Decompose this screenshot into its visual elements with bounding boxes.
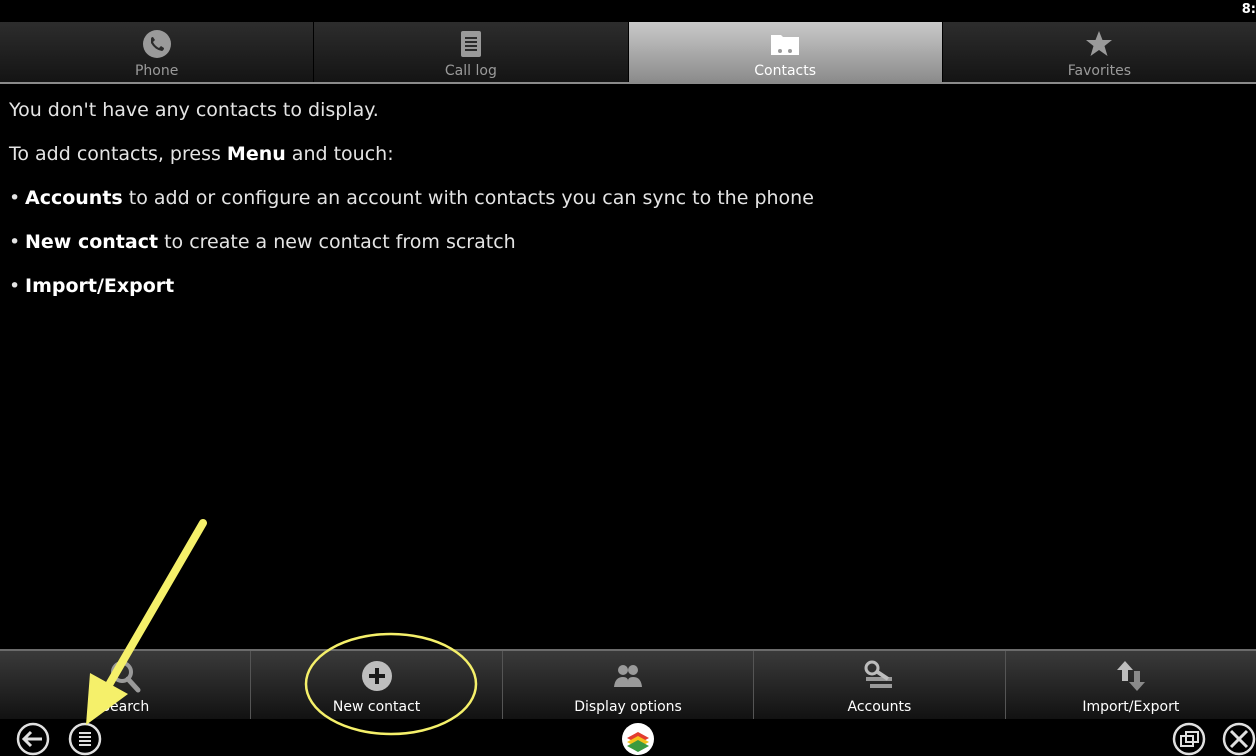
status-bar: 8: bbox=[0, 0, 1256, 22]
tab-phone[interactable]: Phone bbox=[0, 22, 315, 82]
bullet-import-export: • Import/Export bbox=[9, 275, 175, 297]
tab-favorites-label: Favorites bbox=[1067, 63, 1131, 79]
people-icon bbox=[614, 665, 643, 687]
empty-message: You don't have any contacts to display. bbox=[9, 99, 379, 121]
menu-import-export-label: Import/Export bbox=[1082, 699, 1180, 715]
instruction-line: To add contacts, press Menu and touch: bbox=[9, 143, 394, 165]
star-icon bbox=[1086, 31, 1113, 56]
bullet-new-contact-bold: New contact bbox=[25, 231, 159, 253]
instruction-suffix: and touch: bbox=[285, 143, 394, 165]
bullet-accounts-text: to add or configure an account with cont… bbox=[122, 187, 814, 209]
options-menu: Search New contact Display options Accou… bbox=[0, 649, 1256, 719]
add-circle-icon bbox=[361, 661, 392, 691]
tab-bar: Phone Call log Contacts Favorites bbox=[0, 22, 1256, 84]
status-clock: 8: bbox=[1241, 2, 1256, 17]
search-icon bbox=[111, 661, 141, 693]
tab-call-log-label: Call log bbox=[444, 63, 497, 79]
bullet-accounts: • Accounts to add or configure an account… bbox=[9, 187, 814, 209]
tab-phone-label: Phone bbox=[134, 63, 179, 79]
menu-new-contact-label: New contact bbox=[332, 699, 421, 715]
menu-accounts-label: Accounts bbox=[847, 699, 912, 715]
bullet-accounts-bold: Accounts bbox=[25, 187, 123, 209]
menu-new-contact-button[interactable]: New contact bbox=[251, 651, 503, 719]
bullet-import-export-bold: Import/Export bbox=[25, 275, 175, 297]
instruction-menu-word: Menu bbox=[226, 143, 286, 165]
menu-search-button[interactable]: Search bbox=[0, 651, 252, 719]
instruction-prefix: To add contacts, press bbox=[9, 143, 227, 165]
import-export-icon bbox=[1116, 661, 1145, 691]
tab-favorites[interactable]: Favorites bbox=[943, 22, 1256, 82]
call-log-icon bbox=[460, 31, 481, 57]
tab-contacts-label: Contacts bbox=[754, 63, 816, 79]
accounts-icon bbox=[864, 660, 893, 688]
menu-import-export-button[interactable]: Import/Export bbox=[1006, 651, 1256, 719]
menu-accounts-button[interactable]: Accounts bbox=[754, 651, 1006, 719]
menu-display-options-button[interactable]: Display options bbox=[503, 651, 755, 719]
menu-display-options-label: Display options bbox=[574, 699, 682, 715]
contacts-folder-icon bbox=[771, 35, 800, 55]
phone-icon bbox=[142, 30, 171, 58]
bullet-new-contact: • New contact to create a new contact fro… bbox=[9, 231, 516, 253]
tab-contacts[interactable]: Contacts bbox=[628, 22, 943, 82]
menu-search-label: Search bbox=[101, 699, 150, 715]
bullet-new-contact-text: to create a new contact from scratch bbox=[158, 231, 516, 253]
tab-call-log[interactable]: Call log bbox=[314, 22, 629, 82]
